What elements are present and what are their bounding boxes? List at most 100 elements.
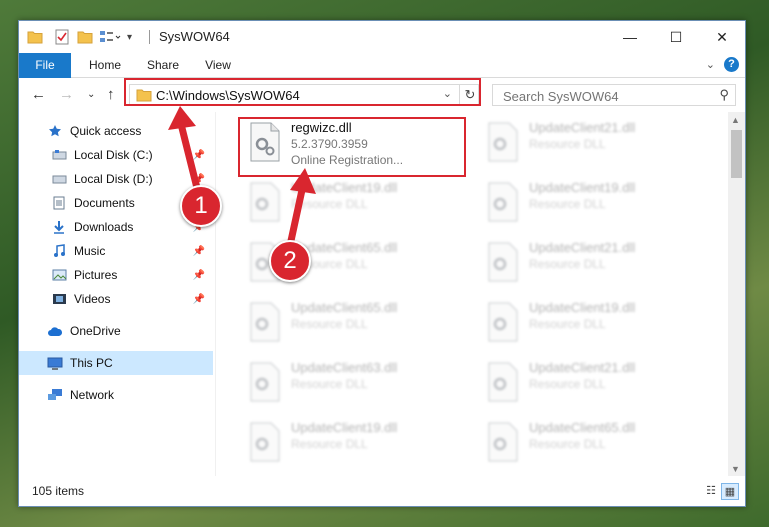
file-item[interactable]: UpdateClient19.dll Resource DLL: [481, 298, 711, 352]
file-description: Resource DLL: [529, 257, 606, 271]
file-name: UpdateClient21.dll: [529, 240, 636, 255]
file-name: UpdateClient63.dll: [291, 360, 398, 375]
pin-icon[interactable]: 📌: [193, 150, 205, 161]
file-name: UpdateClient65.dll: [529, 420, 636, 435]
new-folder-icon[interactable]: [77, 29, 93, 45]
drive-icon: [51, 148, 67, 162]
sidebar-item-onedrive[interactable]: OneDrive: [19, 319, 213, 343]
status-bar: 105 items ☷ ▦: [19, 476, 745, 506]
dll-file-icon: [487, 242, 519, 282]
sidebar-item-this-pc[interactable]: This PC: [19, 351, 213, 375]
sidebar-item-label: OneDrive: [70, 324, 121, 338]
pin-icon[interactable]: 📌: [193, 246, 205, 257]
expand-ribbon-icon[interactable]: ⌄: [706, 58, 715, 71]
file-item[interactable]: UpdateClient21.dll Resource DLL: [481, 358, 711, 412]
file-description: Resource DLL: [291, 317, 368, 331]
sidebar-item-local-disk-c[interactable]: Local Disk (C:) 📌: [19, 143, 213, 167]
forward-arrow-icon[interactable]: →: [59, 86, 74, 103]
dll-file-icon: [249, 362, 281, 402]
file-item[interactable]: UpdateClient19.dll Resource DLL: [243, 178, 473, 232]
quick-access-dropdown-icon[interactable]: ▾: [127, 29, 132, 45]
file-item[interactable]: UpdateClient19.dll Resource DLL: [481, 178, 711, 232]
sidebar-item-label: Pictures: [74, 268, 118, 282]
customize-toolbar-icon[interactable]: [99, 29, 121, 45]
sidebar-item-quick-access[interactable]: Quick access: [19, 119, 213, 143]
star-icon: [47, 124, 63, 138]
dll-file-icon: [487, 362, 519, 402]
file-name: UpdateClient19.dll: [291, 420, 398, 435]
file-name: UpdateClient65.dll: [291, 300, 398, 315]
sidebar-item-videos[interactable]: Videos 📌: [19, 287, 213, 311]
file-highlight: [238, 117, 466, 177]
file-item[interactable]: UpdateClient21.dll Resource DLL: [481, 118, 711, 172]
file-description: Resource DLL: [291, 437, 368, 451]
sidebar-item-music[interactable]: Music 📌: [19, 239, 213, 263]
scroll-up-icon[interactable]: ▲: [731, 115, 740, 125]
dll-file-icon: [249, 302, 281, 342]
help-icon[interactable]: ?: [724, 57, 739, 72]
tab-share[interactable]: Share: [139, 53, 187, 77]
dll-file-icon: [487, 422, 519, 462]
sidebar-item-label: Documents: [74, 196, 135, 210]
pin-icon[interactable]: 📌: [193, 270, 205, 281]
item-count: 105 items: [32, 484, 85, 498]
large-icons-view-icon[interactable]: ▦: [721, 483, 739, 500]
search-input[interactable]: [501, 87, 705, 105]
pin-icon[interactable]: 📌: [193, 294, 205, 305]
file-name: UpdateClient21.dll: [529, 360, 636, 375]
cloud-icon: [47, 324, 63, 338]
file-item[interactable]: UpdateClient63.dll Resource DLL: [243, 358, 473, 412]
maximize-button[interactable]: ☐: [653, 21, 699, 53]
file-name: UpdateClient19.dll: [529, 300, 636, 315]
folder-icon: [27, 29, 43, 45]
details-view-icon[interactable]: ☷: [703, 483, 719, 498]
computer-icon: [47, 356, 63, 370]
close-button[interactable]: ✕: [699, 21, 745, 53]
scroll-down-icon[interactable]: ▼: [731, 464, 740, 474]
music-icon: [51, 244, 67, 258]
document-icon: [51, 196, 67, 210]
step-1-badge: 1: [180, 185, 222, 227]
window-title: SysWOW64: [159, 29, 230, 44]
minimize-button[interactable]: —: [607, 21, 653, 53]
vertical-scrollbar[interactable]: ▲ ▼: [728, 112, 745, 477]
sidebar-item-label: Music: [74, 244, 106, 258]
sidebar-item-local-disk-d[interactable]: Local Disk (D:) 📌: [19, 167, 213, 191]
file-description: Resource DLL: [529, 437, 606, 451]
navigation-pane: Quick access Local Disk (C:) 📌 Local Dis…: [19, 112, 216, 477]
file-name: UpdateClient19.dll: [291, 180, 398, 195]
dll-file-icon: [487, 182, 519, 222]
dll-file-icon: [249, 422, 281, 462]
sidebar-item-label: Quick access: [70, 124, 142, 138]
file-item[interactable]: UpdateClient19.dll Resource DLL: [243, 418, 473, 472]
file-item[interactable]: UpdateClient65.dll Resource DLL: [481, 418, 711, 472]
sidebar-item-network[interactable]: Network: [19, 383, 213, 407]
step-2-badge: 2: [269, 240, 311, 282]
file-item[interactable]: UpdateClient21.dll Resource DLL: [481, 238, 711, 292]
file-item[interactable]: UpdateClient65.dll Resource DLL: [243, 298, 473, 352]
dll-file-icon: [487, 122, 519, 162]
properties-icon[interactable]: [55, 29, 69, 45]
tab-view[interactable]: View: [195, 53, 241, 77]
scrollbar-thumb[interactable]: [731, 130, 742, 178]
file-description: Resource DLL: [529, 317, 606, 331]
search-box[interactable]: ⚲: [492, 84, 736, 106]
download-icon: [51, 220, 67, 234]
up-arrow-icon[interactable]: ↑: [107, 86, 115, 103]
back-arrow-icon[interactable]: ←: [31, 86, 46, 103]
tab-home[interactable]: Home: [81, 53, 129, 77]
video-icon: [51, 292, 67, 306]
recent-locations-icon[interactable]: ⌄: [87, 89, 95, 100]
pictures-icon: [51, 268, 67, 282]
dll-file-icon: [249, 182, 281, 222]
sidebar-item-pictures[interactable]: Pictures 📌: [19, 263, 213, 287]
search-icon[interactable]: ⚲: [719, 87, 729, 103]
file-description: Resource DLL: [291, 197, 368, 211]
sidebar-item-label: Downloads: [74, 220, 134, 234]
dll-file-icon: [487, 302, 519, 342]
network-icon: [47, 388, 63, 402]
ribbon-tabs: File Home Share View ⌄ ?: [19, 53, 745, 107]
sidebar-item-label: This PC: [70, 356, 113, 370]
pin-icon[interactable]: 📌: [193, 174, 205, 185]
drive-icon: [51, 172, 67, 186]
